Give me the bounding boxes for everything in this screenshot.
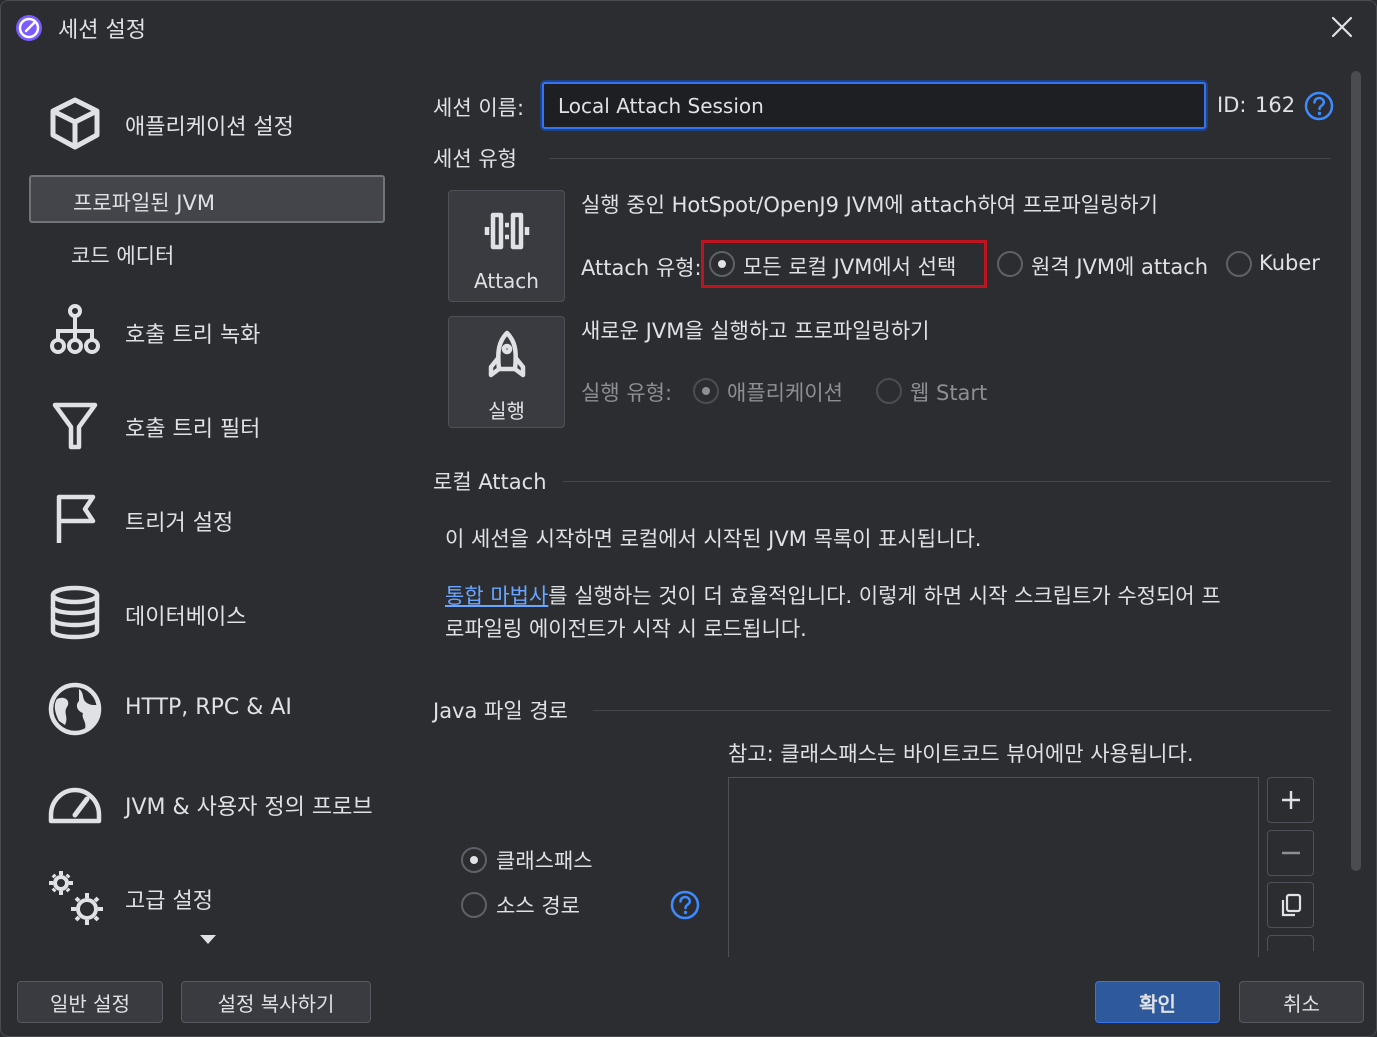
local-attach-hint: 통합 마법사를 실행하는 것이 더 효율적입니다. 이렇게 하면 시작 스크립트… (445, 580, 1325, 646)
radio-web-start-label: 웹 Start (910, 381, 988, 405)
sidebar-subitem-code-editor[interactable]: 코드 에디터 (29, 230, 385, 278)
attach-type-label: Attach (474, 269, 539, 293)
radio-kubernetes-label: Kuber (1259, 251, 1320, 275)
attach-type-button[interactable]: Attach (448, 190, 565, 302)
main-scrollbar[interactable] (1351, 71, 1361, 871)
filter-icon (52, 402, 98, 450)
highlight-box (701, 240, 987, 288)
help-icon[interactable] (670, 890, 700, 920)
java-path-heading: Java 파일 경로 (433, 699, 568, 723)
sidebar-subitem-profiled-jvm[interactable]: 프로파일된 JVM (29, 175, 385, 223)
radio-classpath-label: 클래스패스 (496, 849, 593, 873)
radio-remote-jvm[interactable] (997, 251, 1023, 277)
local-attach-info: 이 세션을 시작하면 로컬에서 시작된 JVM 목록이 표시됩니다. (445, 527, 982, 551)
cancel-button[interactable]: 취소 (1239, 981, 1364, 1023)
sidebar-subitem-label: 코드 에디터 (71, 244, 175, 268)
gauge-icon (48, 787, 102, 824)
copy-settings-button[interactable]: 설정 복사하기 (181, 981, 371, 1023)
sidebar-item-label: 데이터베이스 (125, 605, 247, 630)
classpath-list[interactable] (728, 777, 1259, 957)
launch-type-button[interactable]: 실행 (448, 316, 565, 428)
sidebar-item-application-settings[interactable]: 애플리케이션 설정 (45, 91, 385, 155)
sidebar-item-trigger-settings[interactable]: 트리거 설정 (45, 487, 385, 551)
integration-wizard-link[interactable]: 통합 마법사 (445, 584, 548, 608)
plus-icon (1281, 791, 1300, 809)
section-divider (549, 158, 1331, 159)
radio-remote-jvm-label: 원격 JVM에 attach (1031, 255, 1209, 279)
sidebar-item-advanced-settings[interactable]: 고급 설정 (45, 865, 385, 929)
section-divider (593, 710, 1331, 711)
hint-text: 를 실행하는 것이 더 효율적입니다. 이렇게 하면 시작 스크립트가 수정되어… (548, 584, 1221, 608)
sidebar-item-call-tree-recording[interactable]: 호출 트리 녹화 (45, 299, 385, 363)
window-title: 세션 설정 (58, 18, 146, 43)
gears-icon (49, 871, 103, 925)
title-bar: 세션 설정 (1, 1, 1376, 53)
radio-web-start[interactable] (876, 378, 902, 404)
globe-icon (48, 682, 102, 736)
session-type-heading: 세션 유형 (433, 147, 517, 171)
session-name-label: 세션 이름: (433, 96, 525, 120)
classpath-note: 참고: 클래스패스는 바이트코드 뷰어에만 사용됩니다. (728, 742, 1194, 766)
cube-icon (50, 97, 100, 150)
section-divider (563, 481, 1331, 482)
radio-application[interactable] (693, 378, 719, 404)
rocket-icon (488, 330, 526, 378)
copy-icon (1281, 893, 1301, 917)
sidebar-item-call-tree-filter[interactable]: 호출 트리 필터 (45, 393, 385, 457)
sidebar-item-label: 고급 설정 (125, 889, 213, 914)
attach-plug-icon (484, 212, 530, 250)
sidebar-item-label: 애플리케이션 설정 (125, 115, 294, 140)
ok-button[interactable]: 확인 (1095, 981, 1220, 1023)
flag-icon (56, 494, 96, 543)
launch-type-label-text: 실행 유형: (581, 381, 673, 405)
session-id-value: 162 (1255, 93, 1296, 117)
hierarchy-icon (50, 304, 100, 354)
app-logo-icon (16, 15, 42, 41)
sidebar-item-label: JVM & 사용자 정의 프로브 (125, 795, 373, 820)
more-entry-button[interactable] (1267, 935, 1314, 951)
copy-entry-button[interactable] (1267, 882, 1314, 928)
launch-type-label: 실행 (488, 399, 525, 423)
sidebar-item-database[interactable]: 데이터베이스 (45, 581, 385, 645)
launch-description: 새로운 JVM을 실행하고 프로파일링하기 (581, 319, 930, 343)
sidebar-item-label: 호출 트리 녹화 (125, 323, 261, 348)
close-icon[interactable] (1326, 11, 1358, 43)
general-settings-button[interactable]: 일반 설정 (17, 981, 163, 1023)
radio-source-path[interactable] (461, 892, 487, 918)
minus-icon (1281, 851, 1300, 855)
hint-text-continued: 로파일링 에이전트가 시작 시 로드됩니다. (445, 617, 807, 641)
radio-classpath[interactable] (461, 847, 487, 873)
attach-type-label-text: Attach 유형: (581, 256, 702, 280)
session-id-label: ID: (1217, 93, 1247, 117)
sidebar-item-label: 트리거 설정 (125, 511, 234, 536)
session-name-input[interactable] (542, 82, 1206, 129)
radio-kubernetes[interactable] (1226, 251, 1252, 277)
add-entry-button[interactable] (1267, 777, 1314, 823)
sidebar-item-http-rpc-ai[interactable]: HTTP, RPC & AI (45, 677, 385, 741)
sidebar-item-jvm-custom-probes[interactable]: JVM & 사용자 정의 프로브 (45, 771, 385, 835)
sidebar-item-label: 호출 트리 필터 (125, 417, 261, 442)
session-settings-dialog: 세션 설정 애플리케이션 설정 프로파일된 JVM 코드 에디터 호출 트리 녹… (0, 0, 1377, 1037)
database-icon (50, 585, 100, 640)
help-icon[interactable] (1304, 91, 1334, 121)
radio-source-path-label: 소스 경로 (496, 894, 580, 918)
scroll-down-arrow-icon[interactable] (198, 932, 218, 946)
sidebar-item-label: HTTP, RPC & AI (125, 695, 292, 720)
remove-entry-button[interactable] (1267, 830, 1314, 876)
attach-description: 실행 중인 HotSpot/OpenJ9 JVM에 attach하여 프로파일링… (581, 193, 1158, 217)
sidebar-subitem-label: 프로파일된 JVM (73, 191, 215, 215)
local-attach-heading: 로컬 Attach (433, 470, 547, 494)
radio-application-label: 애플리케이션 (727, 381, 843, 405)
